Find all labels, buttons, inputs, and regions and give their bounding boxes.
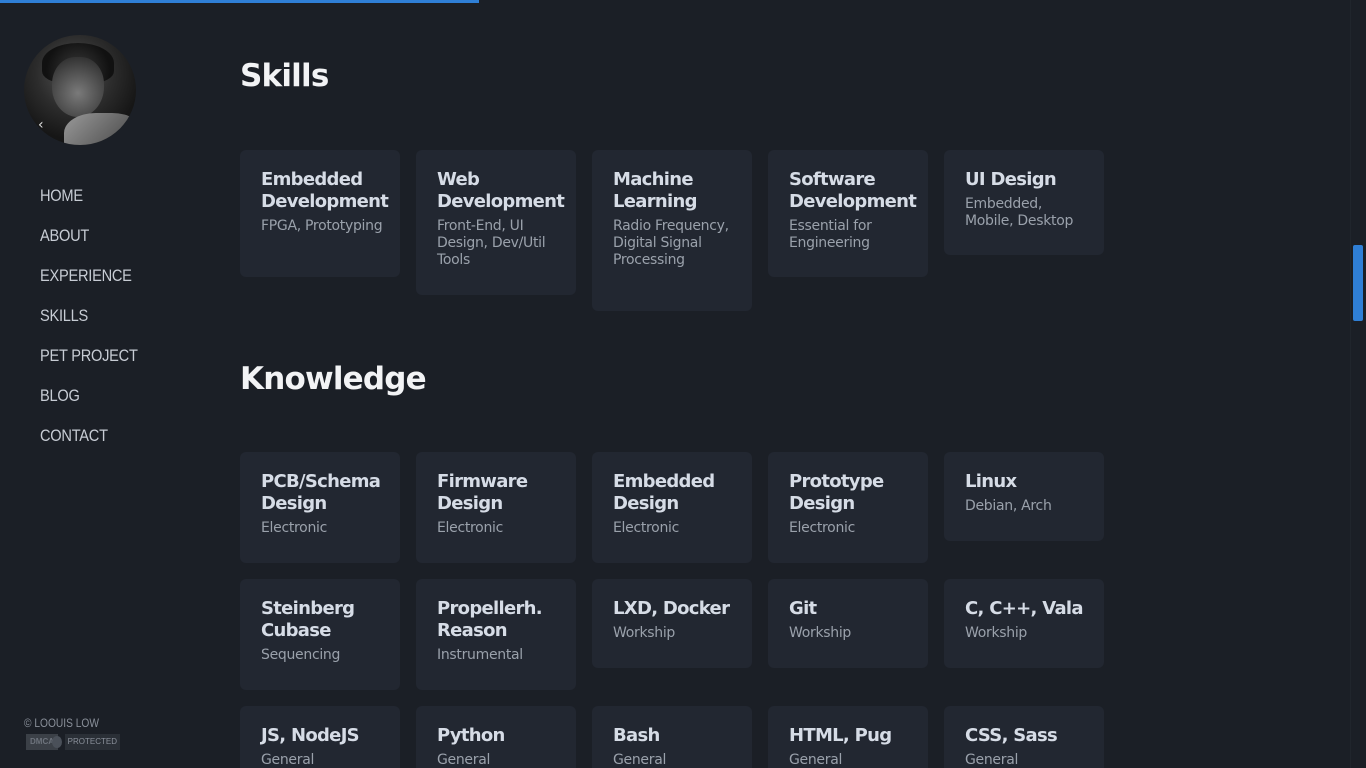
sidebar: ‹ HOME ABOUT EXPERIENCE SKILLS PET PROJE… [0, 0, 200, 768]
skills-card-subtitle: Front-End, UI Design, Dev/Util Tools [437, 218, 546, 268]
knowledge-card-subtitle: Electronic [261, 520, 328, 536]
skills-card-title: UI Design [965, 169, 1057, 190]
knowledge-card-subtitle: Workship [789, 625, 851, 641]
knowledge-card: Bash General [592, 706, 752, 768]
knowledge-card: HTML, Pug General [768, 706, 928, 768]
knowledge-card-subtitle: Electronic [789, 520, 856, 536]
main-content: Skills Embedded Development FPGA, Prototy… [240, 0, 1320, 768]
knowledge-card-title: C, C++, Vala [965, 598, 1084, 619]
knowledge-card-title: LXD, Docker [613, 598, 730, 619]
knowledge-card-title: Bash [613, 725, 660, 746]
knowledge-card-title: CSS, Sass [965, 725, 1058, 746]
skills-card-subtitle: Essential for Engineering [789, 218, 872, 251]
chevron-left-icon[interactable]: ‹ [38, 118, 50, 132]
knowledge-card-subtitle: Electronic [613, 520, 680, 536]
knowledge-card-subtitle: Debian, Arch [965, 498, 1052, 514]
knowledge-card: Prototype Design Electronic [768, 452, 928, 563]
skills-card: UI Design Embedded, Mobile, Desktop [944, 150, 1104, 255]
main-nav: HOME ABOUT EXPERIENCE SKILLS PET PROJECT… [40, 186, 154, 466]
knowledge-card-title: Prototype Design [789, 471, 884, 514]
knowledge-card-subtitle: Electronic [437, 520, 504, 536]
avatar-shoulder [64, 113, 136, 145]
copyright-text: © LOOUIS LOW [24, 716, 99, 730]
knowledge-card-subtitle: General [437, 752, 491, 768]
knowledge-card-subtitle: General [613, 752, 667, 768]
knowledge-card-subtitle: Workship [965, 625, 1027, 641]
nav-item-experience[interactable]: EXPERIENCE [40, 266, 138, 306]
skills-card: Machine Learning Radio Frequency, Digital… [592, 150, 752, 311]
knowledge-card-title: Propellerh. Reason [437, 598, 543, 641]
knowledge-card-subtitle: Workship [613, 625, 675, 641]
knowledge-card: PCB/Schema Design Electronic [240, 452, 400, 563]
dmca-badge-status: PROTECTED [64, 734, 120, 750]
knowledge-card: Steinberg Cubase Sequencing [240, 579, 400, 690]
knowledge-card-subtitle: General [965, 752, 1019, 768]
nav-item-pet-project[interactable]: PET PROJECT [40, 346, 138, 386]
skills-card-subtitle: Radio Frequency, Digital Signal Processi… [613, 218, 729, 268]
knowledge-card-title: Firmware Design [437, 471, 528, 514]
knowledge-card-title: Steinberg Cubase [261, 598, 355, 641]
skills-card-title: Machine Learning [613, 169, 697, 212]
skills-card-title: Web Development [437, 169, 565, 212]
skills-card: Embedded Development FPGA, Prototyping [240, 150, 400, 277]
avatar-face [52, 57, 104, 117]
knowledge-card: LXD, Docker Workship [592, 579, 752, 668]
knowledge-card-title: HTML, Pug [789, 725, 892, 746]
skills-card: Software Development Essential for Engine… [768, 150, 928, 277]
scrollbar-thumb[interactable] [1353, 245, 1363, 321]
nav-item-contact[interactable]: CONTACT [40, 426, 138, 466]
knowledge-card-title: Embedded Design [613, 471, 715, 514]
knowledge-card: Embedded Design Electronic [592, 452, 752, 563]
knowledge-card: CSS, Sass General [944, 706, 1104, 768]
dmca-badge[interactable]: DMCA PROTECTED [26, 734, 120, 750]
shield-icon [52, 736, 62, 748]
knowledge-card-subtitle: Instrumental [437, 647, 523, 663]
knowledge-card: Propellerh. Reason Instrumental [416, 579, 576, 690]
knowledge-card-title: JS, NodeJS [261, 725, 360, 746]
knowledge-card-title: Linux [965, 471, 1017, 492]
skills-card-title: Embedded Development [261, 169, 389, 212]
skills-card-subtitle: Embedded, Mobile, Desktop [965, 196, 1074, 229]
knowledge-card: Python General [416, 706, 576, 768]
knowledge-card: Git Workship [768, 579, 928, 668]
scrollbar[interactable] [1350, 0, 1366, 768]
nav-item-about[interactable]: ABOUT [40, 226, 138, 266]
knowledge-card: JS, NodeJS General [240, 706, 400, 768]
nav-item-home[interactable]: HOME [40, 186, 138, 226]
skills-card-subtitle: FPGA, Prototyping [261, 218, 383, 234]
knowledge-card-title: Git [789, 598, 817, 619]
knowledge-section-title: Knowledge [240, 361, 427, 397]
knowledge-card: Firmware Design Electronic [416, 452, 576, 563]
knowledge-card-subtitle: General [789, 752, 843, 768]
knowledge-card-title: Python [437, 725, 505, 746]
skills-card: Web Development Front-End, UI Design, Dev… [416, 150, 576, 295]
skills-section-title: Skills [240, 58, 329, 94]
nav-item-skills[interactable]: SKILLS [40, 306, 138, 346]
knowledge-card-subtitle: Sequencing [261, 647, 341, 663]
nav-item-blog[interactable]: BLOG [40, 386, 138, 426]
knowledge-card-title: PCB/Schema Design [261, 471, 381, 514]
knowledge-card: C, C++, Vala Workship [944, 579, 1104, 668]
knowledge-card: Linux Debian, Arch [944, 452, 1104, 541]
skills-card-title: Software Development [789, 169, 917, 212]
knowledge-card-subtitle: General [261, 752, 315, 768]
